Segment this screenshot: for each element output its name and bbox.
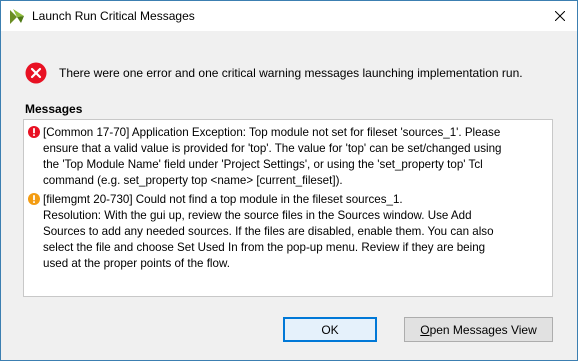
app-logo-icon — [10, 9, 24, 24]
open-messages-view-label: Open Messages View — [420, 322, 537, 337]
message-item[interactable]: [Common 17-70] Application Exception: To… — [28, 125, 546, 189]
title-bar[interactable]: Launch Run Critical Messages — [1, 1, 577, 31]
dialog-window: Launch Run Critical Messages There were … — [0, 0, 578, 361]
warning-icon — [28, 193, 40, 205]
messages-list[interactable]: [Common 17-70] Application Exception: To… — [23, 119, 553, 297]
error-icon — [28, 126, 40, 138]
window-title: Launch Run Critical Messages — [32, 9, 195, 23]
summary-row: There were one error and one critical wa… — [25, 62, 523, 84]
message-text: [Common 17-70] Application Exception: To… — [43, 126, 502, 187]
summary-text: There were one error and one critical wa… — [59, 66, 523, 80]
message-item[interactable]: [filemgmt 20-730] Could not find a top m… — [28, 192, 546, 272]
messages-heading: Messages — [25, 102, 83, 116]
close-icon — [555, 11, 565, 21]
open-messages-view-button[interactable]: Open Messages View — [404, 317, 553, 342]
ok-button-label: OK — [321, 322, 339, 337]
close-button[interactable] — [543, 1, 577, 31]
error-icon — [25, 62, 47, 84]
ok-button[interactable]: OK — [283, 317, 377, 342]
message-text: [filemgmt 20-730] Could not find a top m… — [43, 193, 494, 270]
